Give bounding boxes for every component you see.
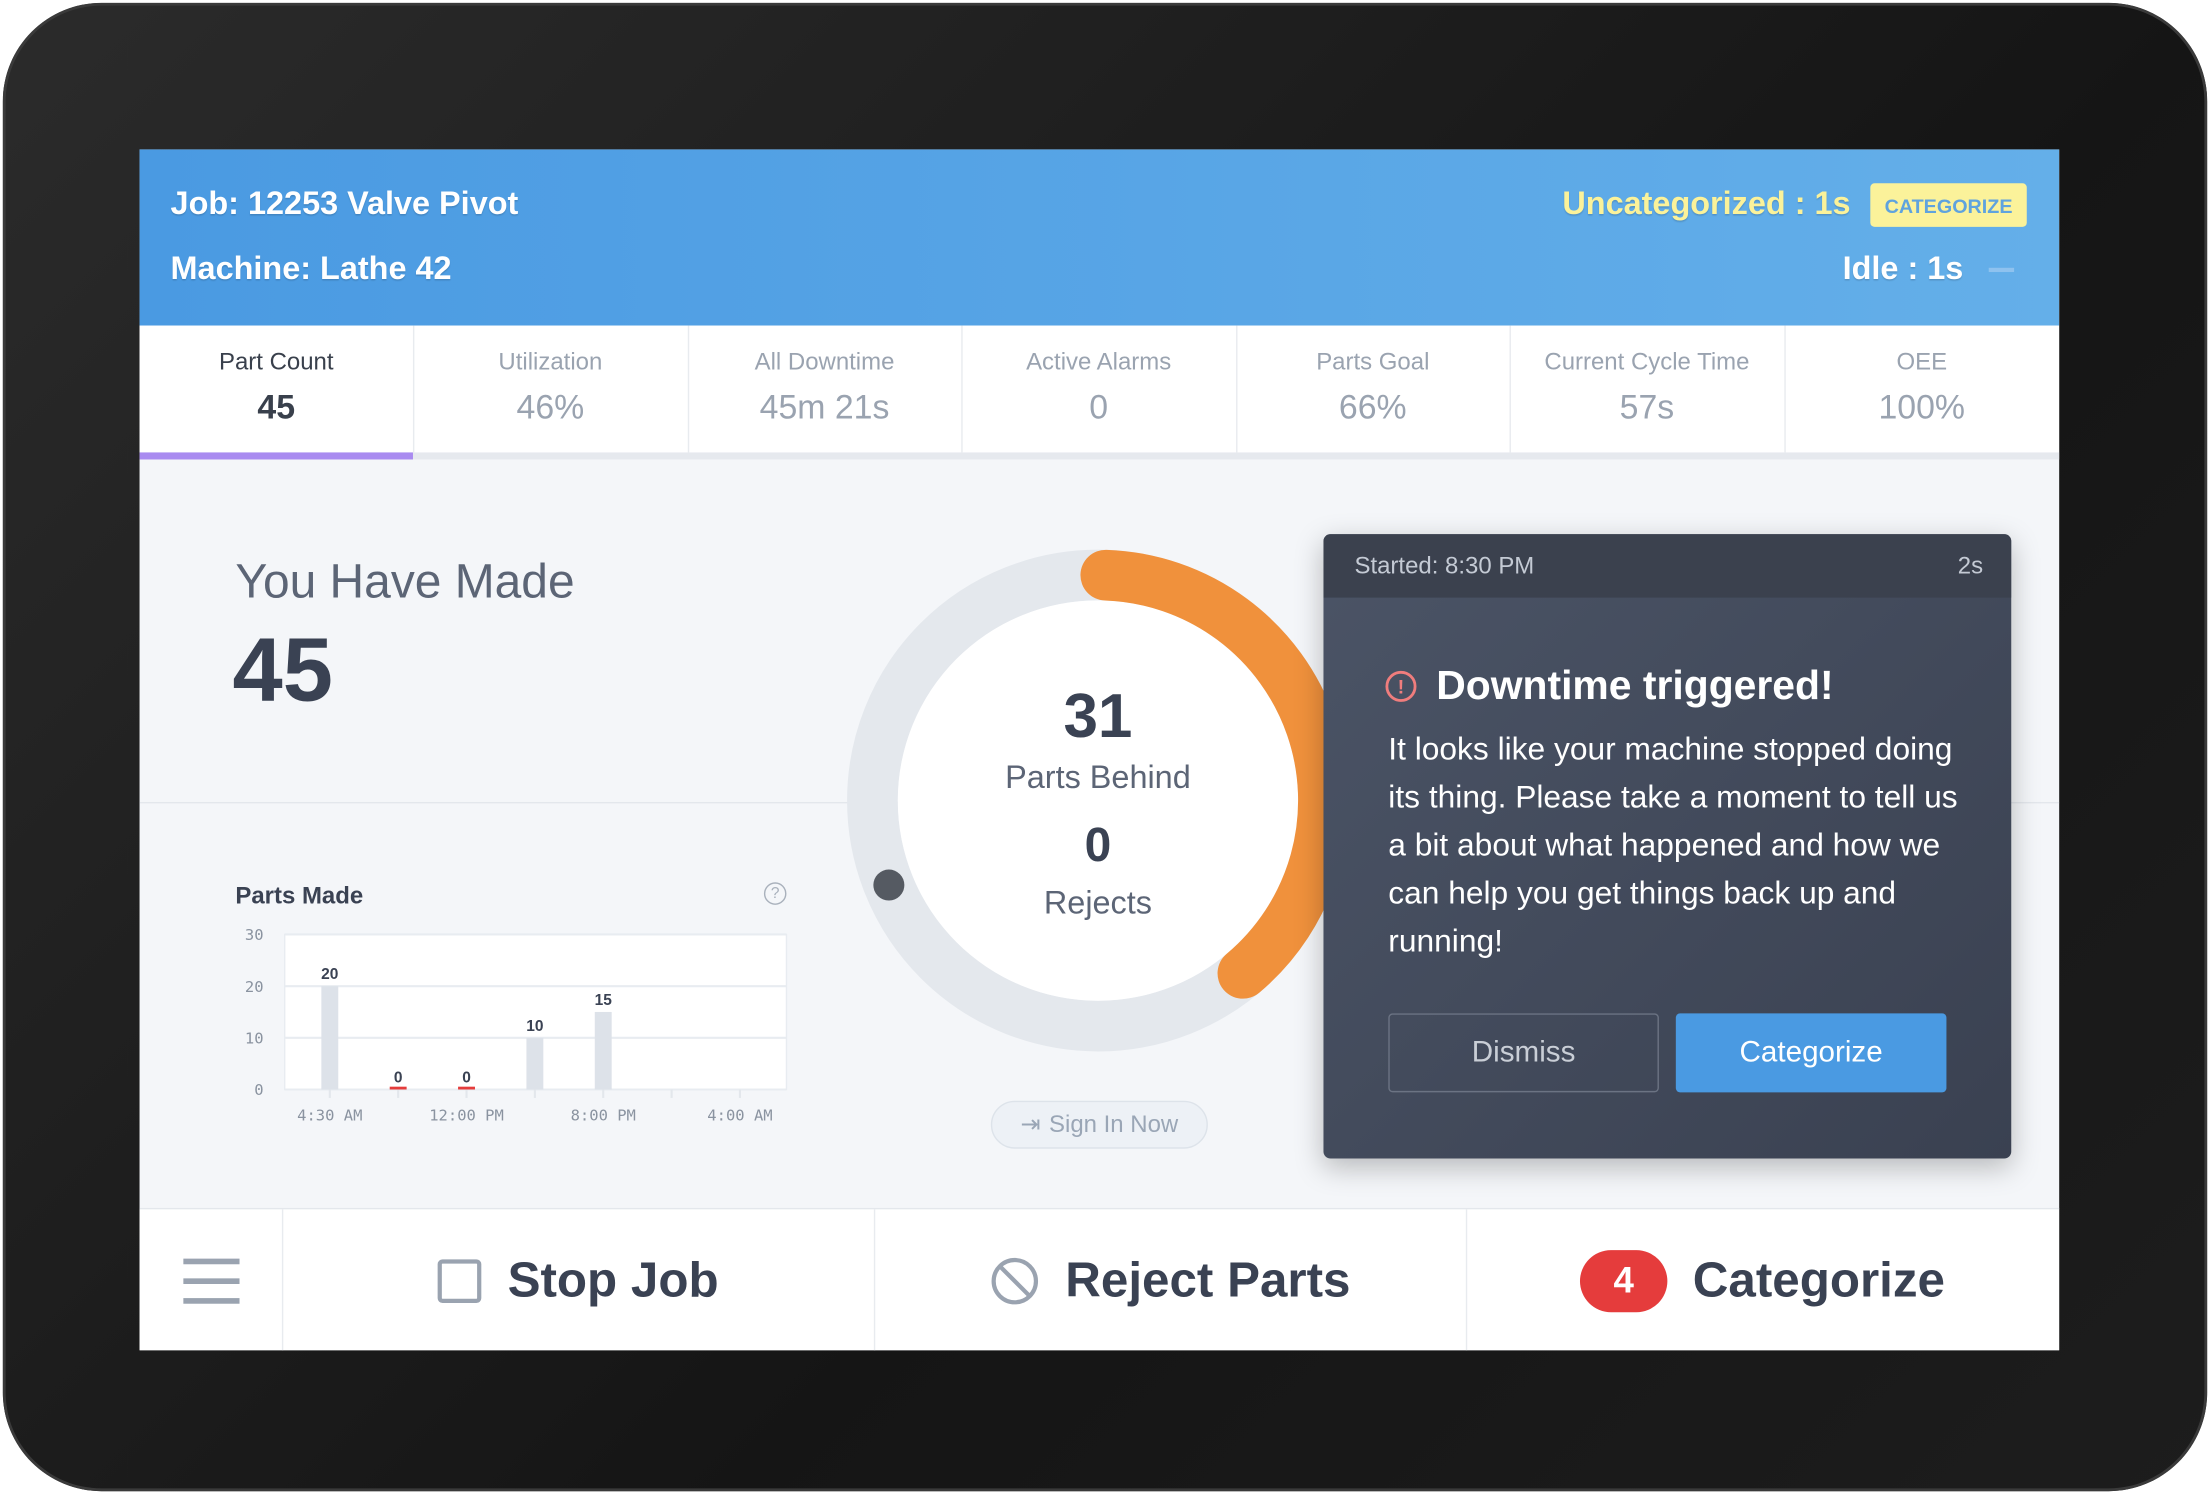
stop-job-label: Stop Job: [507, 1252, 719, 1308]
tab-part-count[interactable]: Part Count 45: [139, 325, 415, 460]
parts-made-chart: 0 10 20 30 4:30 AM 12:00 PM 8:00 PM 4:00 AM 20 0 0…: [245, 926, 788, 1125]
job-title: Job: 12253 Valve Pivot: [170, 184, 519, 222]
x-tick-label: 4:30 AM: [297, 1107, 362, 1125]
bar-value-label: 0: [462, 1069, 471, 1086]
tab-value: 46%: [516, 389, 585, 428]
popup-title: Downtime triggered!: [1436, 663, 1834, 709]
block-icon: [991, 1257, 1038, 1304]
tab-all-downtime[interactable]: All Downtime 45m 21s: [688, 325, 963, 453]
tab-value: 45: [257, 389, 296, 428]
rejects-value: 0: [1084, 818, 1112, 873]
categorize-count-badge: 4: [1580, 1249, 1668, 1312]
tab-value: 100%: [1878, 389, 1966, 428]
sign-in-icon: ⇥: [1020, 1110, 1041, 1138]
dismiss-button[interactable]: Dismiss: [1388, 1013, 1659, 1093]
idle-status: Idle : 1s: [1842, 249, 1964, 287]
bar-value-label: 20: [321, 966, 338, 983]
tab-label: Current Cycle Time: [1544, 348, 1750, 375]
reject-parts-label: Reject Parts: [1065, 1252, 1351, 1308]
bar: [526, 1037, 544, 1090]
stop-square-icon: [437, 1258, 482, 1303]
chart-title: Parts Made: [235, 882, 364, 910]
bar: [321, 986, 339, 1090]
metric-tabs: Part Count 45 Utilization 46% All Downtime…: [139, 325, 2060, 460]
uncategorized-status: Uncategorized : 1s: [1562, 184, 1851, 222]
started-time: Started: 8:30 PM: [1354, 552, 1535, 580]
tab-value: 45m 21s: [759, 389, 890, 428]
x-tick-label: 4:00 AM: [707, 1107, 772, 1125]
popup-categorize-button[interactable]: Categorize: [1675, 1013, 1947, 1093]
x-tick-label: 12:00 PM: [429, 1107, 504, 1125]
progress-donut: [847, 549, 1349, 1052]
tab-label: Utilization: [498, 348, 603, 375]
tab-label: Parts Goal: [1316, 348, 1430, 375]
y-tick-label: 30: [245, 926, 264, 944]
header-categorize-button[interactable]: CATEGORIZE: [1870, 183, 2027, 227]
tab-label: Active Alarms: [1026, 348, 1172, 375]
tab-value: 57s: [1619, 389, 1675, 428]
header: Job: 12253 Valve Pivot Machine: Lathe 42…: [139, 149, 2060, 326]
tab-label: All Downtime: [754, 348, 895, 375]
tab-utilization[interactable]: Utilization 46%: [414, 325, 689, 453]
screen: Job: 12253 Valve Pivot Machine: Lathe 42…: [139, 149, 2060, 1351]
bar-zero: [389, 1086, 407, 1090]
bar: [594, 1011, 612, 1090]
popup-header: Started: 8:30 PM 2s: [1323, 534, 2012, 598]
bar-value-label: 0: [394, 1069, 403, 1086]
y-tick-label: 20: [245, 978, 264, 996]
hamburger-menu-icon: [182, 1257, 239, 1304]
downtime-popup: Started: 8:30 PM 2s ! Downtime triggered…: [1323, 534, 2012, 1159]
categorize-button[interactable]: 4 Categorize: [1466, 1209, 2059, 1350]
tab-current-cycle-time[interactable]: Current Cycle Time 57s: [1510, 325, 1786, 453]
bar-value-label: 10: [526, 1018, 543, 1035]
donut-center: [897, 600, 1299, 1001]
help-icon[interactable]: ?: [763, 882, 787, 905]
categorize-label: Categorize: [1692, 1252, 1945, 1308]
tab-value: 0: [1089, 389, 1109, 428]
bar-zero: [458, 1086, 475, 1090]
bottom-action-bar: Stop Job Reject Parts 4 Categorize: [139, 1207, 2060, 1351]
made-title: You Have Made: [235, 555, 575, 609]
tab-value: 66%: [1338, 389, 1407, 428]
elapsed-time: 2s: [1957, 552, 1984, 580]
x-tick-label: 8:00 PM: [571, 1107, 636, 1125]
parts-behind-label: Parts Behind: [1005, 758, 1191, 795]
parts-behind-value: 31: [1063, 682, 1133, 752]
tab-label: Part Count: [218, 348, 334, 375]
tab-label: OEE: [1896, 348, 1948, 375]
tab-parts-goal[interactable]: Parts Goal 66%: [1236, 325, 1511, 453]
y-tick-label: 10: [245, 1029, 264, 1047]
y-tick-label: 0: [254, 1081, 263, 1099]
menu-button[interactable]: [140, 1209, 284, 1351]
collapse-icon[interactable]: [1988, 267, 2015, 273]
sign-in-label: Sign In Now: [1049, 1110, 1179, 1138]
bar-value-label: 15: [595, 992, 613, 1009]
machine-title: Machine: Lathe 42: [170, 249, 452, 287]
stop-job-button[interactable]: Stop Job: [282, 1209, 876, 1351]
rejects-label: Rejects: [1043, 883, 1152, 921]
donut-marker: [873, 869, 905, 901]
sign-in-button[interactable]: ⇥ Sign In Now: [990, 1100, 1208, 1149]
reject-parts-button[interactable]: Reject Parts: [874, 1209, 1468, 1351]
alert-icon: !: [1385, 670, 1417, 702]
made-count: 45: [232, 618, 333, 721]
tab-oee[interactable]: OEE 100%: [1784, 326, 2059, 453]
popup-message: It looks like your machine stopped doing…: [1388, 731, 1958, 959]
tab-active-alarms[interactable]: Active Alarms 0: [962, 325, 1237, 453]
